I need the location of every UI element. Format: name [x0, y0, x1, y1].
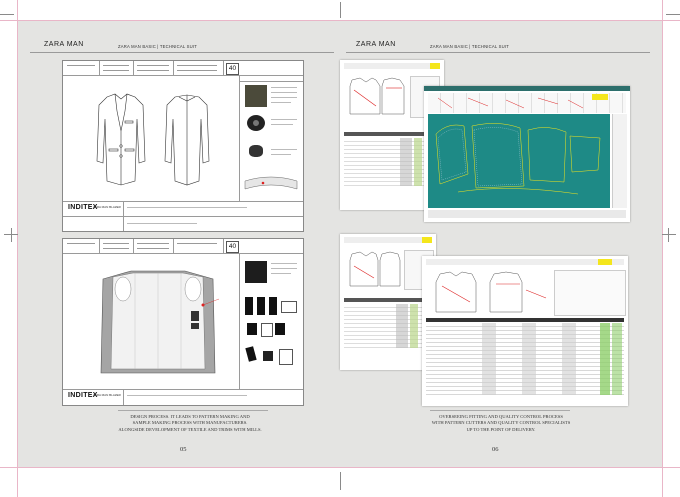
bleed-line-bottom	[0, 467, 680, 468]
crop-mark	[662, 234, 676, 235]
crop-mark	[11, 228, 12, 242]
crop-mark	[0, 14, 14, 15]
crop-mark	[668, 228, 669, 242]
pattern-cad-screenshot	[424, 86, 630, 222]
right-subtitle: ZARA MAN BASIC | TECHNICAL SUIT	[430, 44, 509, 49]
tech-sheet-front-back: 40 INDITEX ZARA MAN BLAZER	[62, 60, 304, 232]
label-placement-diagram	[244, 176, 298, 190]
logo-caption: ZARA MAN BLAZER	[93, 205, 121, 209]
hang-tag	[261, 323, 273, 337]
right-caption-rule	[430, 410, 570, 411]
left-caption-rule	[118, 410, 268, 411]
right-brand: ZARA MAN	[356, 41, 396, 48]
hang-tag	[247, 323, 257, 335]
label-trim	[269, 297, 277, 315]
left-header-rule	[30, 52, 334, 53]
button-hole-detail	[253, 120, 259, 126]
size-box: 40	[226, 63, 239, 75]
tag-detail	[263, 351, 273, 361]
crop-mark	[340, 2, 341, 18]
measurement-table-screenshot	[422, 256, 628, 406]
right-caption: OVERSEEING FITTING AND QUALITY CONTROL P…	[431, 414, 571, 432]
right-header-rule	[346, 52, 650, 53]
lining-swatch	[245, 261, 267, 283]
lining-technical-drawing	[100, 270, 220, 374]
fabric-swatch	[245, 85, 267, 107]
tag-detail	[245, 346, 257, 362]
blazer-technical-drawing	[96, 93, 210, 186]
bleed-line-left	[17, 0, 18, 497]
label-trim	[257, 297, 265, 315]
crop-mark	[666, 14, 680, 15]
right-page-number: 06	[492, 446, 499, 453]
care-label	[281, 301, 297, 313]
tag-detail	[279, 349, 293, 365]
label-trim	[245, 297, 253, 315]
left-brand: ZARA MAN	[44, 41, 84, 48]
left-subtitle: ZARA MAN BASIC | TECHNICAL SUIT	[118, 44, 197, 49]
left-page-number: 05	[180, 446, 187, 453]
bleed-line-right	[662, 0, 663, 497]
logo-caption: ZARA MAN BLAZER	[93, 393, 121, 397]
hang-tag	[275, 323, 285, 335]
tech-sheet-lining: 40 INDITEX ZARA MAN BLAZER	[62, 238, 304, 406]
left-caption: DESIGN PROCESS. IT LEADS TO PATTERN MAKI…	[118, 414, 262, 432]
crop-mark	[340, 472, 341, 490]
bleed-line-top	[0, 20, 680, 21]
size-box: 40	[226, 241, 239, 253]
button-trim-image-2	[249, 145, 263, 157]
